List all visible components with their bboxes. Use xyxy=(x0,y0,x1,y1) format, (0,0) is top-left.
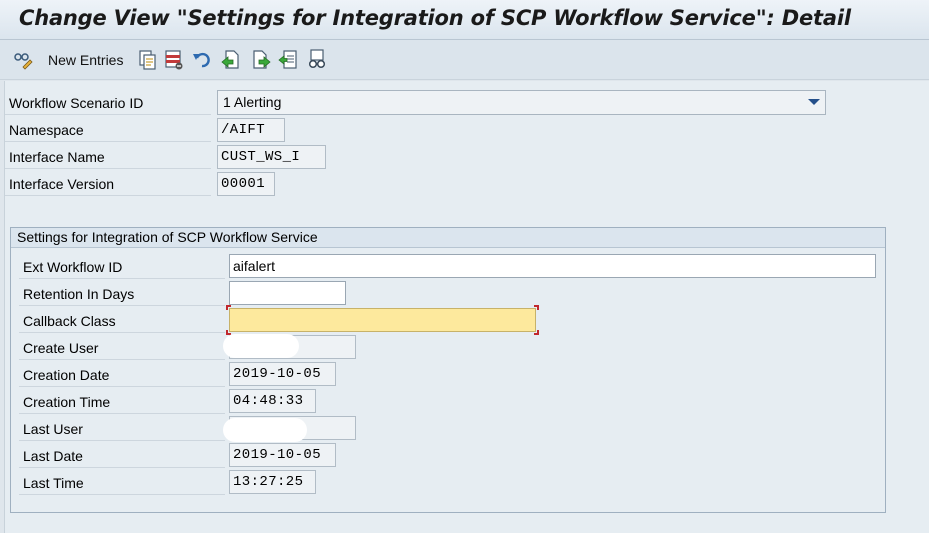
detail-screen: Workflow Scenario ID 1 Alerting Namespac… xyxy=(4,81,929,533)
required-marker xyxy=(226,305,231,310)
last-user-label: Last User xyxy=(19,417,225,441)
required-marker xyxy=(534,305,539,310)
interface-name-label: Interface Name xyxy=(5,145,211,169)
retention-days-label: Retention In Days xyxy=(19,282,225,306)
last-date-label: Last Date xyxy=(19,444,225,468)
callback-class-input[interactable] xyxy=(229,308,536,332)
interface-version-field: 00001 xyxy=(217,172,275,196)
last-date-field: 2019-10-05 xyxy=(229,443,336,467)
create-user-label: Create User xyxy=(19,336,225,360)
creation-time-field: 04:48:33 xyxy=(229,389,316,413)
application-toolbar: New Entries xyxy=(0,40,929,80)
namespace-field: /AIFT xyxy=(217,118,285,142)
callback-class-label: Callback Class xyxy=(19,309,225,333)
redaction-mask xyxy=(223,418,307,442)
new-entries-button[interactable]: New Entries xyxy=(48,49,123,71)
workflow-scenario-dropdown[interactable]: 1 Alerting xyxy=(217,90,826,115)
select-block-icon[interactable] xyxy=(278,49,298,70)
ext-workflow-id-input[interactable]: aifalert xyxy=(229,254,876,278)
scenario-label: Workflow Scenario ID xyxy=(5,91,211,115)
creation-date-field: 2019-10-05 xyxy=(229,362,336,386)
required-marker xyxy=(534,330,539,335)
ext-workflow-id-label: Ext Workflow ID xyxy=(19,255,225,279)
delete-icon[interactable] xyxy=(164,49,184,70)
next-entry-icon[interactable] xyxy=(251,49,271,70)
interface-version-label: Interface Version xyxy=(5,172,211,196)
redaction-mask xyxy=(223,334,299,358)
creation-time-label: Creation Time xyxy=(19,390,225,414)
title-bar: Change View "Settings for Integration of… xyxy=(0,0,929,40)
window-title: Change View "Settings for Integration of… xyxy=(19,6,851,30)
scp-workflow-settings-group: Settings for Integration of SCP Workflow… xyxy=(10,227,886,513)
group-title: Settings for Integration of SCP Workflow… xyxy=(11,228,885,248)
interface-name-field: CUST_WS_I xyxy=(217,145,326,169)
creation-date-label: Creation Date xyxy=(19,363,225,387)
undo-icon[interactable] xyxy=(192,49,212,70)
namespace-label: Namespace xyxy=(5,118,211,142)
retention-days-input[interactable] xyxy=(229,281,346,305)
display-change-icon[interactable] xyxy=(13,49,33,70)
copy-icon[interactable] xyxy=(138,49,158,70)
last-time-field: 13:27:25 xyxy=(229,470,316,494)
glasses-icon[interactable] xyxy=(307,49,327,70)
chevron-down-icon[interactable] xyxy=(808,99,820,105)
new-entries-label: New Entries xyxy=(48,52,124,68)
workflow-scenario-value: 1 Alerting xyxy=(223,94,282,110)
previous-entry-icon[interactable] xyxy=(221,49,241,70)
last-time-label: Last Time xyxy=(19,471,225,495)
